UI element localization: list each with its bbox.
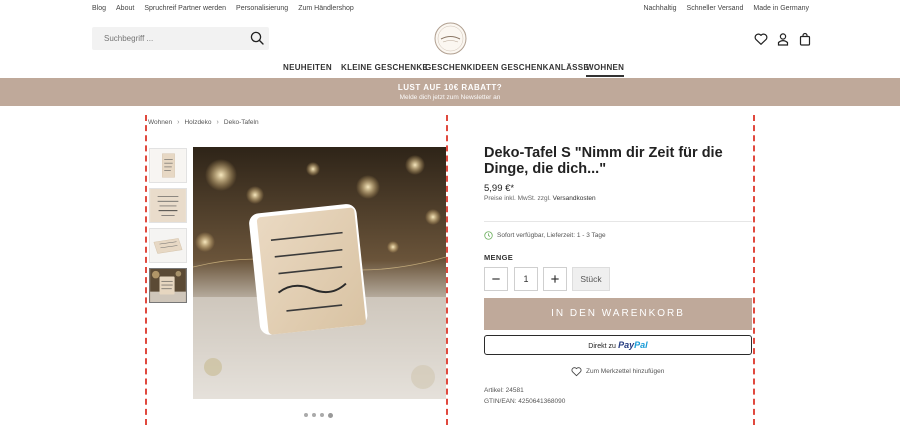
- search-icon[interactable]: [250, 31, 264, 45]
- link-haendlershop[interactable]: Zum Händlershop: [298, 5, 354, 12]
- product-main-image[interactable]: [193, 147, 446, 399]
- clock-icon: [484, 231, 493, 240]
- nav-wohnen[interactable]: WOHNEN: [586, 63, 625, 77]
- add-to-cart-button[interactable]: IN DEN WARENKORB: [484, 298, 752, 330]
- article-number: Artikel: 24581: [484, 387, 524, 394]
- wishlist-button[interactable]: Zum Merkzettel hinzufügen: [571, 366, 664, 377]
- breadcrumb: Wohnen › Holzdeko › Deko-Tafeln: [148, 119, 259, 126]
- wishlist-label: Zum Merkzettel hinzufügen: [586, 368, 665, 375]
- brand-logo[interactable]: [434, 22, 467, 55]
- product-price: 5,99 €*: [484, 183, 515, 194]
- pagination-dot-active[interactable]: [328, 412, 333, 418]
- breadcrumb-wohnen[interactable]: Wohnen: [148, 119, 172, 126]
- chevron-right-icon: ›: [216, 119, 219, 126]
- tax-text: Preise inkl. MwSt. zzgl.: [484, 195, 551, 202]
- link-blog[interactable]: Blog: [92, 5, 106, 12]
- paypal-express-button[interactable]: Direkt zu PayPal: [484, 335, 752, 355]
- heart-icon: [571, 367, 582, 377]
- bag-icon[interactable]: [798, 32, 812, 46]
- promo-headline: LUST AUF 10€ RABATT?: [397, 83, 503, 92]
- nav-kleine-geschenke[interactable]: KLEINE GESCHENKE: [341, 63, 428, 72]
- paypal-prefix: Direkt zu: [588, 343, 616, 350]
- newsletter-banner[interactable]: LUST AUF 10€ RABATT? Melde dich jetzt zu…: [0, 78, 900, 106]
- tax-info: Preise inkl. MwSt. zzgl. Versandkosten: [484, 195, 596, 202]
- quantity-input[interactable]: 1: [514, 267, 538, 291]
- divider: [484, 221, 752, 222]
- link-versand[interactable]: Schneller Versand: [687, 5, 744, 12]
- link-partner[interactable]: Spruchreif Partner werden: [144, 5, 226, 12]
- link-nachhaltig[interactable]: Nachhaltig: [643, 5, 676, 12]
- link-personalisierung[interactable]: Personalisierung: [236, 5, 288, 12]
- search-input[interactable]: [92, 27, 242, 50]
- product-thumbnail-3[interactable]: [149, 228, 187, 263]
- link-made-in-germany[interactable]: Made in Germany: [753, 5, 809, 12]
- breadcrumb-holzdeko[interactable]: Holzdeko: [184, 119, 211, 126]
- search-box: [92, 27, 269, 50]
- plus-icon: [551, 275, 559, 283]
- quantity-unit: Stück: [572, 267, 610, 291]
- nav-neuheiten[interactable]: NEUHEITEN: [283, 63, 332, 72]
- product-thumbnail-2[interactable]: [149, 188, 187, 223]
- quantity-decrease-button[interactable]: [484, 267, 508, 291]
- product-thumbnail-4[interactable]: [149, 268, 187, 303]
- guide-line-middle: [446, 115, 448, 425]
- gtin-number: GTIN/EAN: 4250641368090: [484, 398, 566, 405]
- pagination-dot[interactable]: [304, 413, 308, 417]
- nav-geschenkanlaesse[interactable]: GESCHENKANLÄSSE: [501, 63, 589, 72]
- nav-geschenkideen[interactable]: GESCHENKIDEEN: [425, 63, 499, 72]
- main-navigation: NEUHEITEN KLEINE GESCHENKE GESCHENKIDEEN…: [0, 63, 900, 77]
- product-title: Deko-Tafel S "Nimm dir Zeit für die Ding…: [484, 145, 723, 177]
- paypal-logo-pay: Pay: [618, 340, 635, 350]
- promo-subline: Melde dich jetzt zum Newsletter an: [399, 94, 501, 101]
- availability-text: Sofort verfügbar, Lieferzeit: 1 - 3 Tage: [497, 232, 606, 239]
- header-icons: [754, 32, 812, 46]
- pagination-dot[interactable]: [320, 413, 324, 417]
- quantity-label: MENGE: [484, 253, 514, 262]
- minus-icon: [492, 278, 500, 280]
- availability: Sofort verfügbar, Lieferzeit: 1 - 3 Tage: [484, 231, 606, 240]
- user-icon[interactable]: [776, 32, 790, 46]
- quantity-increase-button[interactable]: [543, 267, 567, 291]
- breadcrumb-deko-tafeln[interactable]: Deko-Tafeln: [224, 119, 259, 126]
- pagination-dot[interactable]: [312, 413, 316, 417]
- shipping-cost-link[interactable]: Versandkosten: [553, 195, 596, 202]
- chevron-right-icon: ›: [177, 119, 180, 126]
- link-about[interactable]: About: [116, 5, 134, 12]
- product-thumbnail-1[interactable]: [149, 148, 187, 183]
- top-bar: Blog About Spruchreif Partner werden Per…: [0, 0, 900, 18]
- guide-line-left: [145, 115, 147, 425]
- paypal-logo-pal: Pal: [634, 340, 648, 350]
- image-pagination: [304, 412, 333, 418]
- heart-icon[interactable]: [754, 32, 768, 46]
